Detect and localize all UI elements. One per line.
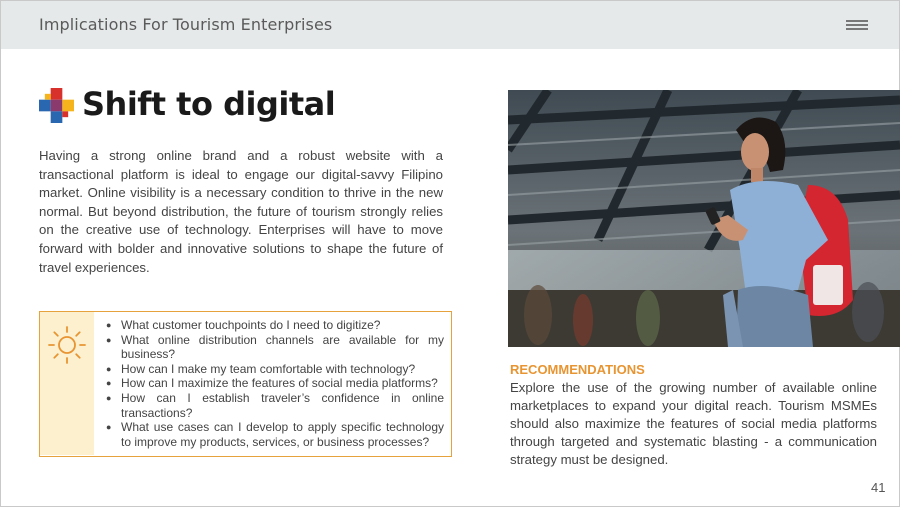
colored-cross-logo-icon (39, 88, 74, 123)
sun-icon (48, 326, 86, 364)
hamburger-menu-icon[interactable] (846, 20, 868, 32)
list-item: How can I make my team comfortable with … (104, 362, 444, 377)
questions-list: What customer touchpoints do I need to d… (104, 318, 444, 449)
header-bar: Implications For Tourism Enterprises (1, 1, 899, 49)
intro-paragraph: Having a strong online brand and a robus… (39, 148, 443, 275)
list-item: How can I maximize the features of socia… (104, 376, 444, 391)
woman-with-smartphone-photo (508, 90, 900, 347)
section-title: Shift to digital (82, 85, 336, 123)
list-item: What online distribution channels are av… (104, 333, 444, 362)
questions-box: What customer touchpoints do I need to d… (39, 311, 452, 457)
list-item: What use cases can I develop to apply sp… (104, 420, 444, 449)
slide-page: Implications For Tourism Enterprises Shi… (0, 0, 900, 507)
list-item: How can I establish traveler’s confidenc… (104, 391, 444, 420)
header-title: Implications For Tourism Enterprises (39, 15, 333, 34)
recommendations-heading: RECOMMENDATIONS (510, 362, 645, 377)
page-number: 41 (871, 480, 886, 495)
questions-box-sidebar (40, 312, 94, 455)
list-item: What customer touchpoints do I need to d… (104, 318, 444, 333)
recommendations-text: Explore the use of the growing number of… (510, 380, 877, 467)
